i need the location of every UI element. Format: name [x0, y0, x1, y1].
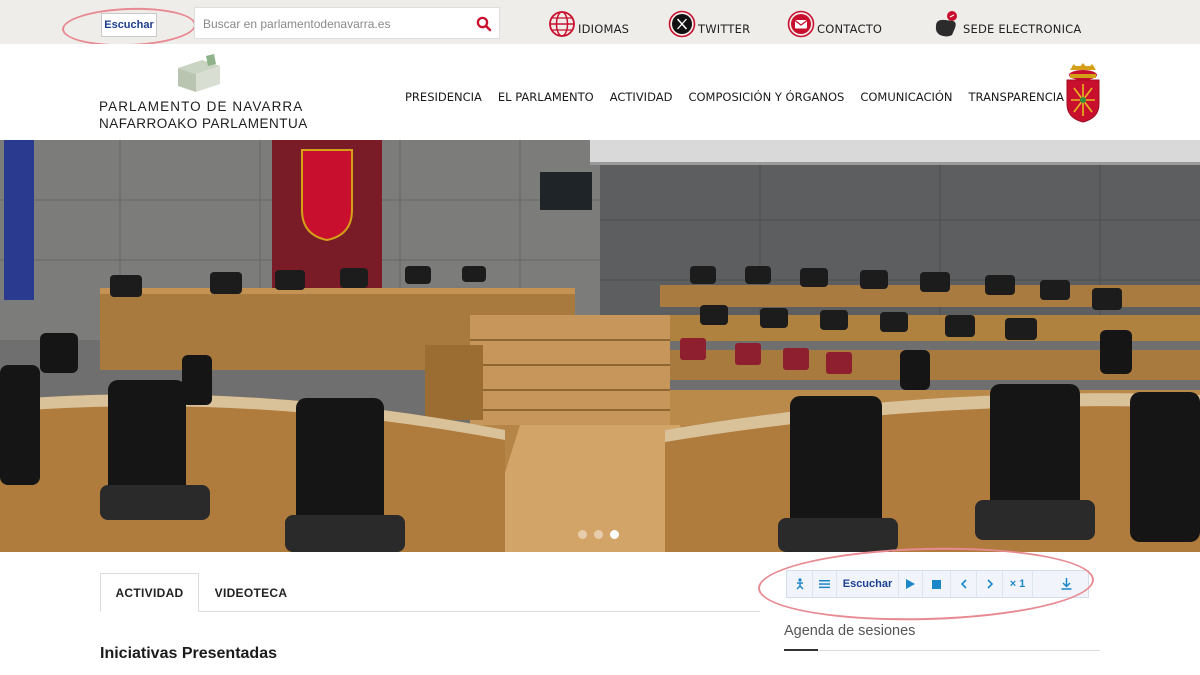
nav-comunicacion[interactable]: COMUNICACIÓN: [860, 90, 952, 104]
agenda-underline: [784, 649, 818, 651]
contact-label: CONTACTO: [817, 22, 883, 36]
hero-image: [0, 140, 1200, 552]
parliament-logo-icon[interactable]: [176, 54, 222, 99]
search-box: [194, 7, 500, 39]
twitter-label: TWITTER: [698, 22, 751, 36]
agenda-title: Agenda de sesiones: [784, 623, 916, 639]
x-logo-icon: [668, 10, 696, 38]
nav-composicion[interactable]: COMPOSICIÓN Y ÓRGANOS: [688, 90, 844, 104]
content-tabs: ACTIVIDAD VIDEOTECA: [100, 573, 760, 612]
mail-icon: [787, 10, 815, 38]
nav-el-parlamento[interactable]: EL PARLAMENTO: [498, 90, 594, 104]
section-title: Iniciativas Presentadas: [100, 645, 277, 662]
carousel-indicators: [578, 530, 619, 539]
languages-link[interactable]: IDIOMAS: [548, 10, 629, 38]
cursor-click-icon: [935, 11, 957, 37]
contact-link[interactable]: CONTACTO: [787, 10, 882, 38]
globe-icon: [549, 11, 575, 37]
navarra-coat-of-arms-icon: [1064, 62, 1102, 129]
e-office-label: SEDE ELECTRONICA: [963, 22, 1082, 36]
logo-title-eu: NAFARROAKO PARLAMENTUA: [99, 116, 308, 131]
e-office-link[interactable]: SEDE ELECTRONICA: [933, 10, 1081, 38]
nav-actividad[interactable]: ACTIVIDAD: [610, 90, 673, 104]
tab-videoteca[interactable]: VIDEOTECA: [199, 573, 303, 612]
site-header: PARLAMENTO DE NAVARRA NAFARROAKO PARLAME…: [0, 44, 1200, 140]
main-navigation: PRESIDENCIA EL PARLAMENTO ACTIVIDAD COMP…: [405, 90, 1064, 104]
logo-title-es: PARLAMENTO DE NAVARRA: [99, 99, 304, 114]
annotation-circle: [61, 5, 197, 49]
carousel-dot-3[interactable]: [610, 530, 619, 539]
search-icon[interactable]: [475, 15, 493, 33]
utility-bar: Escuchar IDIOMAS TWITTER: [0, 0, 1200, 49]
twitter-link[interactable]: TWITTER: [668, 10, 750, 38]
search-input[interactable]: [203, 15, 465, 33]
nav-presidencia[interactable]: PRESIDENCIA: [405, 90, 482, 104]
annotation-circle: [757, 543, 1095, 625]
carousel-dot-2[interactable]: [594, 530, 603, 539]
carousel-dot-1[interactable]: [578, 530, 587, 539]
languages-label: IDIOMAS: [578, 22, 630, 36]
nav-transparencia[interactable]: TRANSPARENCIA: [969, 90, 1065, 104]
parliament-chamber-photo: [0, 140, 1200, 552]
tab-actividad[interactable]: ACTIVIDAD: [100, 573, 199, 612]
agenda-divider: [784, 649, 1100, 651]
